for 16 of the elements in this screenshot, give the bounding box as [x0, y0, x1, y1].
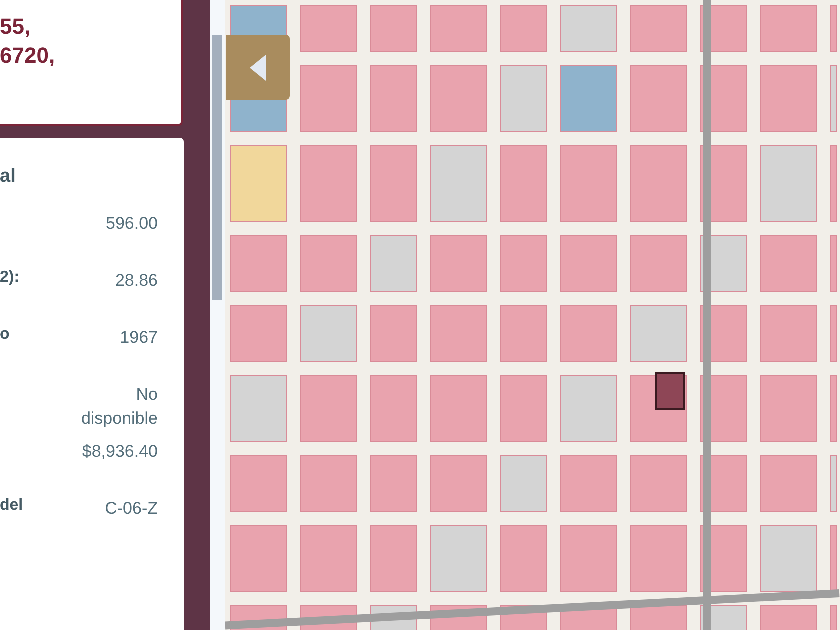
address-text: 6720,: [0, 42, 56, 70]
collapse-button[interactable]: [226, 35, 290, 100]
field-value: C-06-Z: [104, 498, 158, 520]
field-value: $8,936.40: [81, 441, 158, 463]
field-label: o: [0, 326, 10, 344]
address-text: 55,: [0, 13, 32, 41]
section-title: al: [0, 166, 16, 188]
field-label: del: [0, 497, 24, 515]
triangle-left-icon: [249, 54, 267, 82]
field-value: 1967: [119, 327, 158, 349]
field-value: 28.86: [114, 270, 158, 292]
field-value: 596.00: [105, 213, 158, 235]
field-value: No disponible: [80, 384, 158, 430]
field-label: 2):: [0, 269, 20, 287]
scrollbar-track[interactable]: [210, 0, 225, 630]
scrollbar-thumb[interactable]: [212, 35, 222, 300]
